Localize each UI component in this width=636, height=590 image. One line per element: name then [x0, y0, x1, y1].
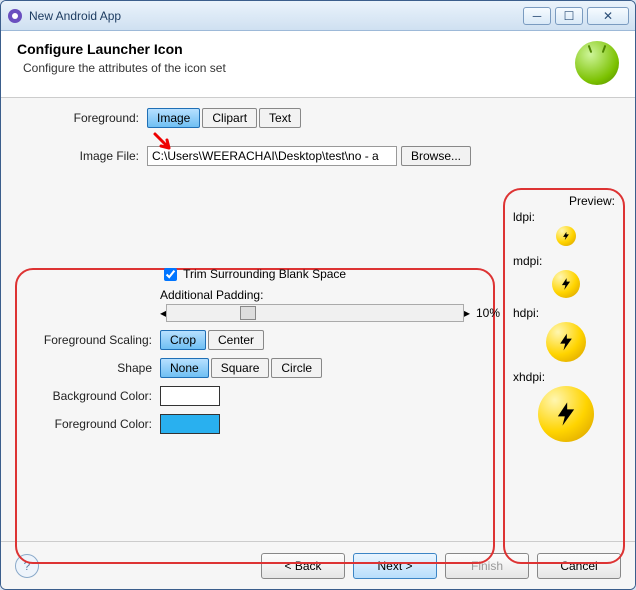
- preview-hdpi-label: hdpi:: [513, 306, 619, 320]
- foreground-clipart-toggle[interactable]: Clipart: [202, 108, 257, 128]
- foreground-text-toggle[interactable]: Text: [259, 108, 301, 128]
- scaling-label: Foreground Scaling:: [30, 333, 160, 347]
- preview-xhdpi-label: xhdpi:: [513, 370, 619, 384]
- titlebar[interactable]: New Android App ─ ☐ ✕: [1, 1, 635, 31]
- padding-slider[interactable]: [166, 304, 464, 322]
- page-subtitle: Configure the attributes of the icon set: [23, 61, 575, 75]
- fgcolor-label: Foreground Color:: [30, 417, 160, 431]
- trim-checkbox-row[interactable]: Trim Surrounding Blank Space: [160, 267, 346, 281]
- padding-label: Additional Padding:: [160, 288, 500, 302]
- preview-hdpi-icon: [546, 322, 586, 362]
- foreground-image-toggle[interactable]: Image: [147, 108, 200, 128]
- scaling-crop-toggle[interactable]: Crop: [160, 330, 206, 350]
- android-logo-icon: [575, 41, 619, 85]
- shape-square-toggle[interactable]: Square: [211, 358, 270, 378]
- preview-title: Preview:: [509, 194, 619, 208]
- preview-panel: Preview: ldpi: mdpi: hdpi: xhdpi:: [509, 194, 619, 450]
- trim-checkbox[interactable]: [164, 268, 177, 281]
- minimize-button[interactable]: ─: [523, 7, 551, 25]
- wizard-header: Configure Launcher Icon Configure the at…: [1, 31, 635, 98]
- window-title: New Android App: [29, 9, 523, 23]
- image-file-label: Image File:: [17, 149, 147, 163]
- preview-xhdpi-icon: [538, 386, 594, 442]
- shape-label: Shape: [30, 361, 160, 375]
- fgcolor-swatch[interactable]: [160, 414, 220, 434]
- app-icon: [7, 8, 23, 24]
- browse-button[interactable]: Browse...: [401, 146, 471, 166]
- scaling-center-toggle[interactable]: Center: [208, 330, 264, 350]
- foreground-label: Foreground:: [17, 111, 147, 125]
- page-title: Configure Launcher Icon: [17, 41, 575, 57]
- maximize-button[interactable]: ☐: [555, 7, 583, 25]
- bgcolor-swatch[interactable]: [160, 386, 220, 406]
- shape-circle-toggle[interactable]: Circle: [271, 358, 322, 378]
- preview-ldpi-label: ldpi:: [513, 210, 619, 224]
- bgcolor-label: Background Color:: [30, 389, 160, 403]
- slider-right-arrow-icon[interactable]: ▸: [464, 306, 470, 320]
- dialog-window: New Android App ─ ☐ ✕ Configure Launcher…: [0, 0, 636, 590]
- trim-label: Trim Surrounding Blank Space: [183, 267, 346, 281]
- image-file-input[interactable]: [147, 146, 397, 166]
- padding-value: 10%: [476, 306, 500, 320]
- preview-mdpi-label: mdpi:: [513, 254, 619, 268]
- annotation-arrow-icon: [151, 130, 179, 161]
- close-button[interactable]: ✕: [587, 7, 629, 25]
- preview-mdpi-icon: [552, 270, 580, 298]
- shape-none-toggle[interactable]: None: [160, 358, 209, 378]
- preview-ldpi-icon: [556, 226, 576, 246]
